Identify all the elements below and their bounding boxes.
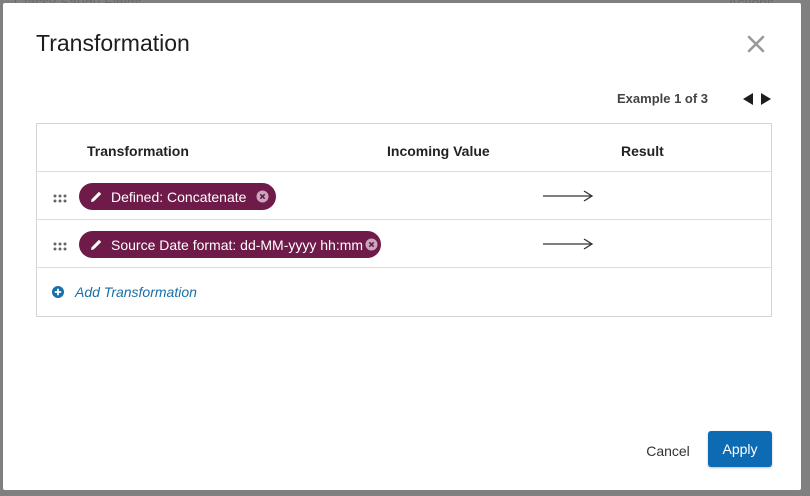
pill-label: Source Date format: dd-MM-yyyy hh:mm t — [111, 236, 371, 253]
drag-handle-icon — [53, 242, 67, 251]
add-transformation-link[interactable]: Add Transformation — [51, 284, 197, 300]
drag-handle[interactable] — [53, 191, 67, 203]
table-row: Defined: Concatenate — [37, 172, 771, 220]
close-icon — [747, 35, 765, 53]
example-counter: Example 1 of 3 — [617, 91, 709, 106]
add-transformation-row: Add Transformation — [37, 268, 771, 316]
column-header-incoming-value: Incoming Value — [387, 143, 490, 159]
triangle-left-icon — [743, 93, 753, 105]
column-header-transformation: Transformation — [87, 143, 189, 159]
transformation-pill[interactable]: Source Date format: dd-MM-yyyy hh:mm t — [79, 231, 381, 258]
plus-circle-icon — [52, 286, 64, 298]
arrow-right-icon — [543, 190, 594, 202]
arrow-right-icon — [543, 238, 594, 250]
add-transformation-label: Add Transformation — [75, 284, 197, 300]
previous-example-button[interactable] — [739, 91, 757, 107]
remove-circle-icon[interactable] — [365, 238, 378, 251]
pencil-icon — [91, 239, 102, 250]
table-header-row: Transformation Incoming Value Result — [37, 124, 771, 172]
remove-circle-icon[interactable] — [256, 190, 269, 203]
transformation-pill[interactable]: Defined: Concatenate — [79, 183, 276, 210]
next-example-button[interactable] — [757, 91, 775, 107]
drag-handle[interactable] — [53, 239, 67, 251]
transformation-modal: Transformation Example 1 of 3 Transforma… — [3, 3, 801, 490]
transformation-table: Transformation Incoming Value Result Def… — [36, 123, 772, 317]
triangle-right-icon — [761, 93, 771, 105]
apply-button[interactable]: Apply — [708, 431, 772, 467]
example-navigator: Example 1 of 3 — [617, 91, 771, 106]
pill-label: Defined: Concatenate — [111, 188, 247, 205]
cancel-button[interactable]: Cancel — [631, 435, 705, 467]
modal-title: Transformation — [36, 30, 190, 56]
pencil-icon — [91, 191, 102, 202]
close-button[interactable] — [743, 31, 769, 57]
column-header-result: Result — [621, 143, 664, 159]
table-row: Source Date format: dd-MM-yyyy hh:mm t — [37, 220, 771, 268]
drag-handle-icon — [53, 194, 67, 203]
